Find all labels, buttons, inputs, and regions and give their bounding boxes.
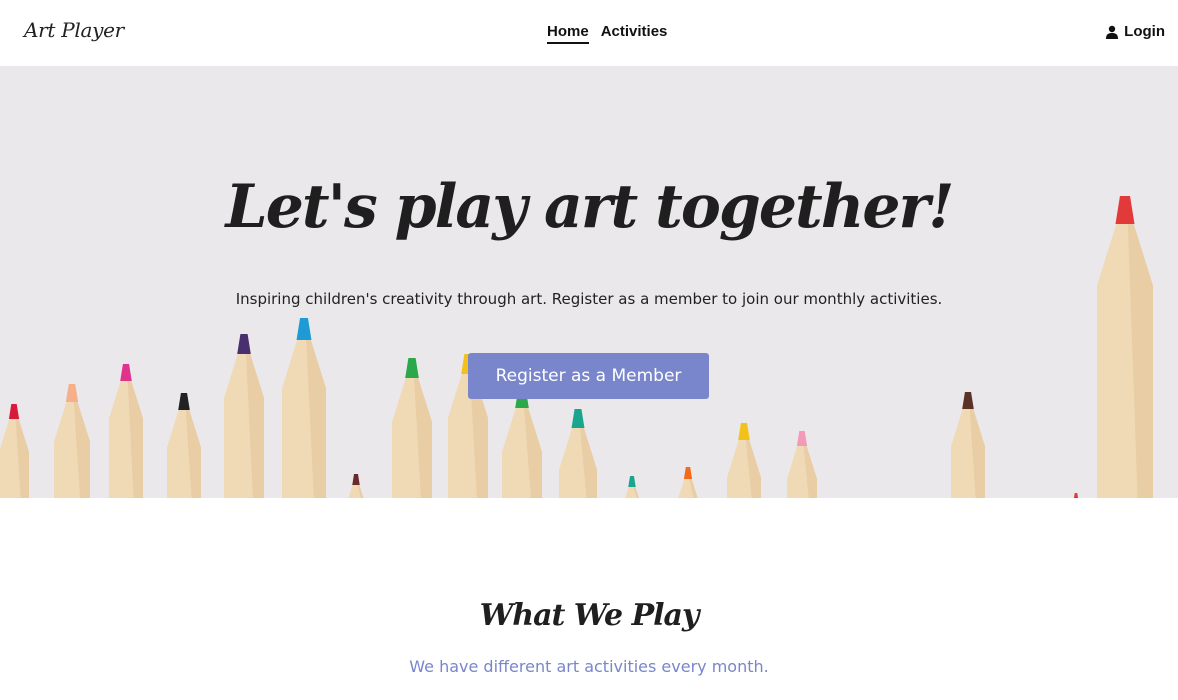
- section-title: What We Play: [479, 598, 700, 633]
- hero-title: Let's play art together!: [225, 172, 955, 242]
- colored-pencils-image: [0, 196, 1153, 498]
- section-subtitle: We have different art activities every m…: [409, 657, 769, 676]
- navbar: Art Player Home Activities Login: [0, 0, 1178, 66]
- nav-home[interactable]: Home: [547, 23, 589, 44]
- user-icon: [1106, 25, 1119, 39]
- nav-activities[interactable]: Activities: [601, 23, 668, 44]
- hero-banner: Let's play art together! Inspiring child…: [0, 66, 1178, 498]
- register-button[interactable]: Register as a Member: [468, 353, 709, 399]
- hero-subtitle: Inspiring children's creativity through …: [235, 290, 943, 308]
- main-nav: Home Activities: [547, 23, 667, 44]
- brand-logo[interactable]: Art Player: [24, 18, 124, 42]
- login-link[interactable]: Login: [1105, 23, 1165, 40]
- login-label: Login: [1124, 23, 1165, 40]
